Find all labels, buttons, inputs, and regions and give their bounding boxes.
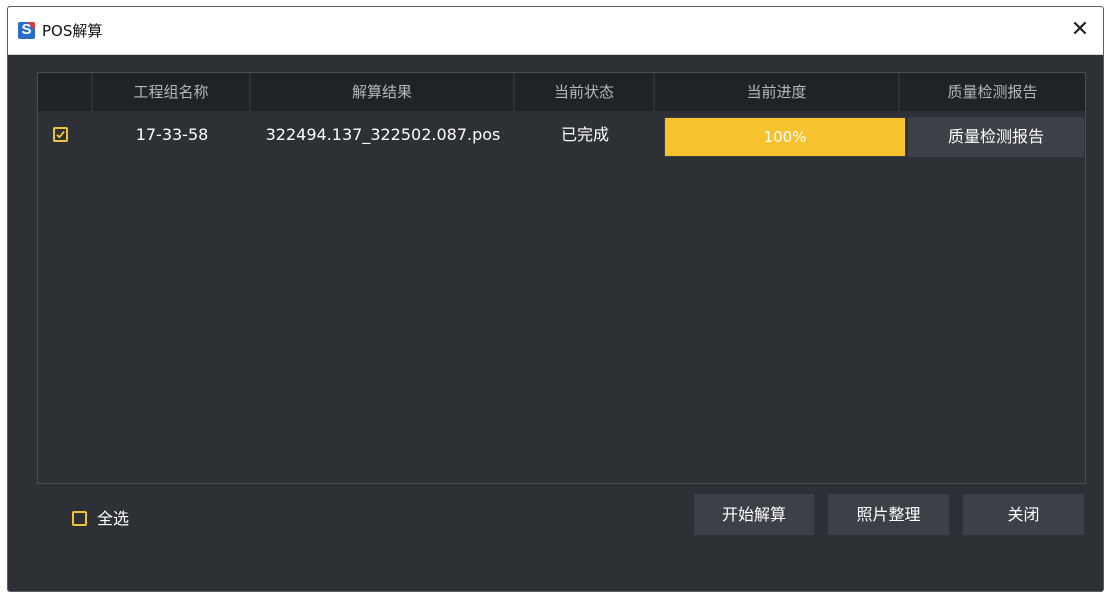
select-all-box[interactable]	[72, 511, 87, 526]
close-icon[interactable]: ✕	[1067, 17, 1093, 43]
select-all-label: 全选	[97, 509, 130, 528]
column-header-status: 当前状态	[515, 73, 655, 111]
close-button[interactable]: 关闭	[963, 494, 1084, 535]
result-cell: 322494.137_322502.087.pos	[265, 125, 501, 144]
column-header-group-name: 工程组名称	[93, 73, 251, 111]
start-solve-button[interactable]: 开始解算	[694, 494, 814, 535]
checkmark-icon	[56, 130, 65, 139]
column-header-result: 解算结果	[251, 73, 515, 111]
progress-text: 100%	[763, 128, 807, 146]
column-header-report: 质量检测报告	[947, 83, 1038, 101]
status-cell: 已完成	[560, 125, 609, 144]
table-row: 17-33-58 322494.137_322502.087.pos 已完成 1…	[38, 113, 1085, 157]
column-header-progress: 当前进度	[655, 73, 900, 111]
quality-report-button[interactable]: 质量检测报告	[908, 117, 1084, 157]
progress-bar: 100%	[664, 117, 906, 157]
group-name-cell: 17-33-58	[135, 125, 209, 144]
app-logo-icon: S	[18, 22, 35, 39]
solve-table: 工程组名称 解算结果 当前状态 当前进度 质量检测报告 17-33-58 322…	[37, 72, 1086, 484]
column-header-select	[38, 73, 93, 111]
pos-solve-dialog: S POS解算 ✕ 工程组名称 解算结果 当前状态 当前进度 质量检测报告 17…	[7, 6, 1104, 592]
window-title: POS解算	[42, 22, 103, 40]
title-bar[interactable]: S POS解算 ✕	[8, 7, 1103, 55]
table-header: 工程组名称 解算结果 当前状态 当前进度 质量检测报告	[38, 73, 1085, 111]
photo-organize-button[interactable]: 照片整理	[828, 494, 949, 535]
row-checkbox[interactable]	[53, 127, 68, 142]
